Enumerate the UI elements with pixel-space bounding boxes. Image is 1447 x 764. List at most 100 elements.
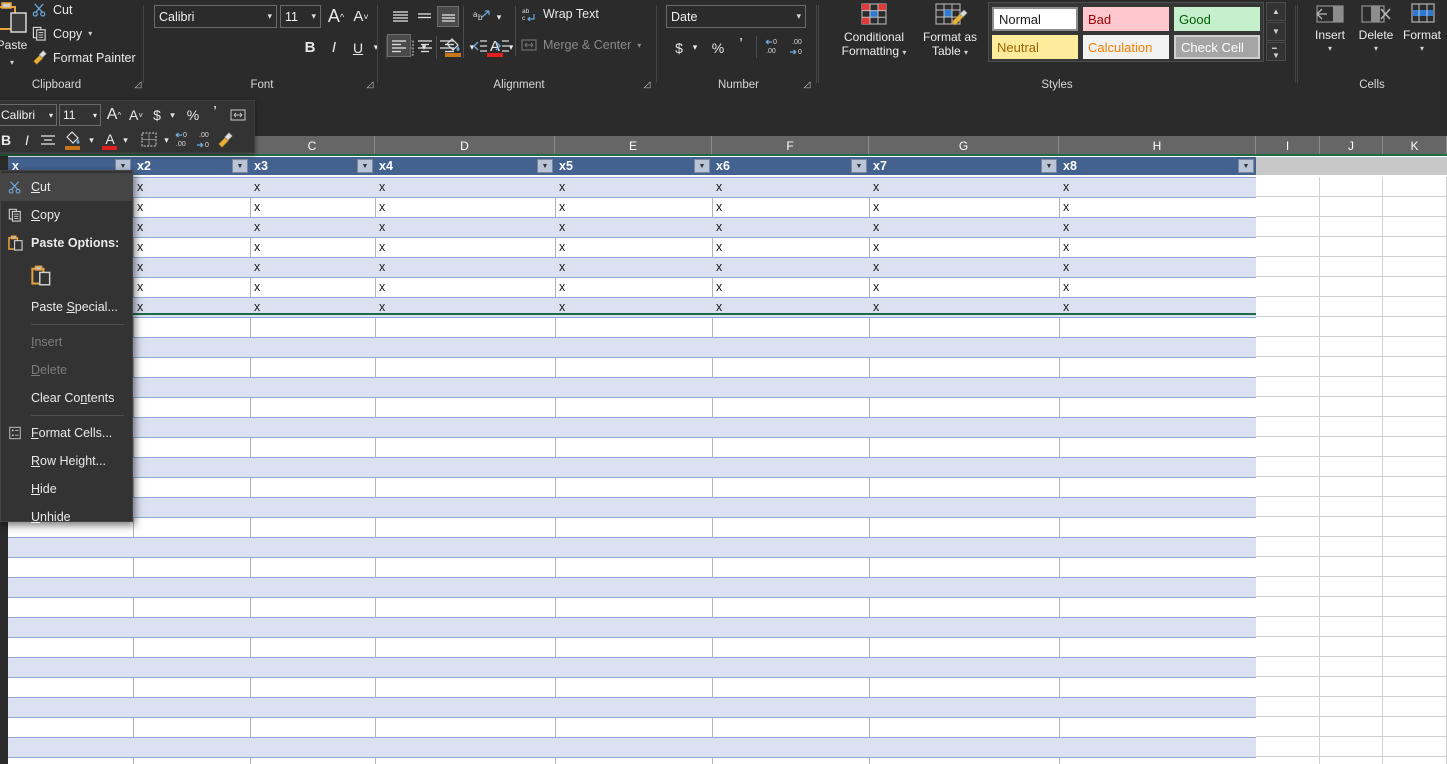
empty-cell[interactable] [1320, 497, 1383, 517]
selected-empty-cell[interactable] [1256, 157, 1320, 175]
table-row[interactable] [8, 337, 1256, 357]
table-header-cell-x8[interactable]: x8 ▼ [1059, 157, 1256, 175]
table-cell[interactable]: x [133, 277, 250, 297]
table-cell[interactable]: x [133, 237, 250, 257]
table-row[interactable] [8, 737, 1256, 757]
table-cell[interactable]: x [555, 237, 712, 257]
empty-cell[interactable] [1256, 457, 1320, 477]
chevron-down-icon[interactable]: ▾ [1353, 44, 1399, 53]
table-header-cell-x2[interactable]: x2 ▼ [133, 157, 250, 175]
table-cell[interactable]: x [133, 177, 250, 197]
context-menu-item-clear-contents[interactable]: Clear Contents [1, 384, 132, 412]
table-cell[interactable]: x [712, 217, 869, 237]
empty-cell[interactable] [1256, 417, 1320, 437]
empty-cell[interactable] [1256, 337, 1320, 357]
column-header-I[interactable]: I [1256, 136, 1320, 155]
mini-align-center-icon[interactable] [39, 129, 57, 151]
mini-increase-font-size-button[interactable]: A ^ [103, 103, 125, 127]
format-painter-button[interactable]: Format Painter [32, 50, 136, 65]
table-cell[interactable]: x [250, 277, 375, 297]
table-row[interactable] [8, 437, 1256, 457]
empty-cell[interactable] [1383, 757, 1447, 764]
empty-cell[interactable] [1383, 537, 1447, 557]
empty-cell[interactable] [1320, 317, 1383, 337]
bold-button[interactable]: B [299, 36, 321, 59]
mini-increase-decimal-icon[interactable]: .00 0 [194, 129, 216, 150]
table-row[interactable] [8, 597, 1256, 617]
empty-cell[interactable] [1383, 737, 1447, 757]
table-row[interactable] [8, 637, 1256, 657]
merge-center-button[interactable]: Merge & Center ▾ [521, 38, 641, 52]
empty-cell[interactable] [1256, 757, 1320, 764]
align-top-icon[interactable] [389, 6, 411, 27]
chevron-down-icon[interactable]: ▾ [267, 11, 272, 22]
context-menu-item-cut[interactable]: Cut [1, 173, 132, 201]
column-header-F[interactable]: F [712, 136, 869, 155]
table-row[interactable]: xxxxxxxx [8, 197, 1256, 217]
empty-cell[interactable] [1256, 517, 1320, 537]
cell-style-neutral[interactable]: Neutral [992, 35, 1078, 59]
context-menu-item-paste-options[interactable]: Paste Options: [1, 229, 132, 257]
empty-cell[interactable] [1320, 597, 1383, 617]
empty-cell[interactable] [1320, 277, 1383, 297]
empty-cell[interactable] [1256, 657, 1320, 677]
chevron-down-icon[interactable]: ▾ [93, 111, 97, 120]
empty-cell[interactable] [1256, 577, 1320, 597]
cell-style-bad[interactable]: Bad [1083, 7, 1169, 31]
format-cells-button[interactable]: Format ▾ [1399, 2, 1445, 53]
filter-dropdown-icon[interactable]: ▼ [851, 159, 867, 173]
table-row[interactable] [8, 577, 1256, 597]
empty-cell[interactable] [1256, 617, 1320, 637]
table-cell[interactable]: x [712, 177, 869, 197]
increase-indent-icon[interactable] [491, 34, 513, 57]
chevron-down-icon[interactable]: ▾ [166, 106, 179, 124]
table-cell[interactable]: x [133, 217, 250, 237]
table-header-cell-x5[interactable]: x5 ▼ [555, 157, 712, 175]
empty-cell[interactable] [1320, 357, 1383, 377]
table-cell[interactable]: x [555, 277, 712, 297]
italic-button[interactable]: I [323, 36, 345, 59]
insert-cells-button[interactable]: Insert ▾ [1307, 2, 1353, 53]
cell-style-check-cell[interactable]: Check Cell [1174, 35, 1260, 59]
table-row[interactable]: xxxxxxxx [8, 217, 1256, 237]
mini-font-size-combo[interactable]: 11 ▾ [59, 104, 101, 126]
table-cell[interactable]: x [133, 257, 250, 277]
styles-more-icon[interactable]: ━ ▼ [1266, 42, 1286, 61]
empty-cell[interactable] [1383, 437, 1447, 457]
empty-cell[interactable] [1256, 477, 1320, 497]
cell-style-calculation[interactable]: Calculation [1083, 35, 1169, 59]
column-header-K[interactable]: K [1383, 136, 1447, 155]
empty-cell[interactable] [1320, 637, 1383, 657]
table-row[interactable] [8, 377, 1256, 397]
number-dialog-launcher[interactable]: ◿ [801, 78, 813, 90]
column-header-H[interactable]: H [1059, 136, 1256, 155]
empty-cell[interactable] [1320, 377, 1383, 397]
chevron-down-icon[interactable]: ▾ [49, 111, 53, 120]
chevron-down-icon[interactable]: ▾ [1399, 44, 1445, 53]
empty-cell[interactable] [1320, 397, 1383, 417]
increase-font-size-button[interactable]: A ^ [324, 4, 348, 29]
table-row[interactable] [8, 697, 1256, 717]
mini-merge-cells-icon[interactable] [227, 104, 249, 126]
table-cell[interactable]: x [555, 197, 712, 217]
column-header-D[interactable]: D [375, 136, 555, 155]
percent-format-button[interactable]: % [708, 36, 728, 59]
empty-cell[interactable] [1320, 757, 1383, 764]
table-row[interactable] [8, 757, 1256, 764]
table-cell[interactable]: x [869, 257, 1059, 277]
table-cell[interactable]: x [869, 197, 1059, 217]
font-size-combo[interactable]: 11 ▾ [280, 5, 321, 28]
column-header-J[interactable]: J [1320, 136, 1383, 155]
empty-cell[interactable] [1256, 277, 1320, 297]
chevron-down-icon[interactable]: ▾ [688, 38, 702, 57]
empty-cell[interactable] [1320, 557, 1383, 577]
table-cell[interactable]: x [375, 277, 555, 297]
context-menu-item-unhide[interactable]: Unhide [1, 503, 132, 531]
chevron-down-icon[interactable]: ▾ [1307, 44, 1353, 53]
empty-cell[interactable] [1256, 697, 1320, 717]
table-cell[interactable]: x [555, 257, 712, 277]
table-row[interactable] [8, 557, 1256, 577]
empty-cell[interactable] [1320, 737, 1383, 757]
comma-format-button[interactable]: ’ [732, 33, 750, 56]
table-header-cell-x6[interactable]: x6 ▼ [712, 157, 869, 175]
